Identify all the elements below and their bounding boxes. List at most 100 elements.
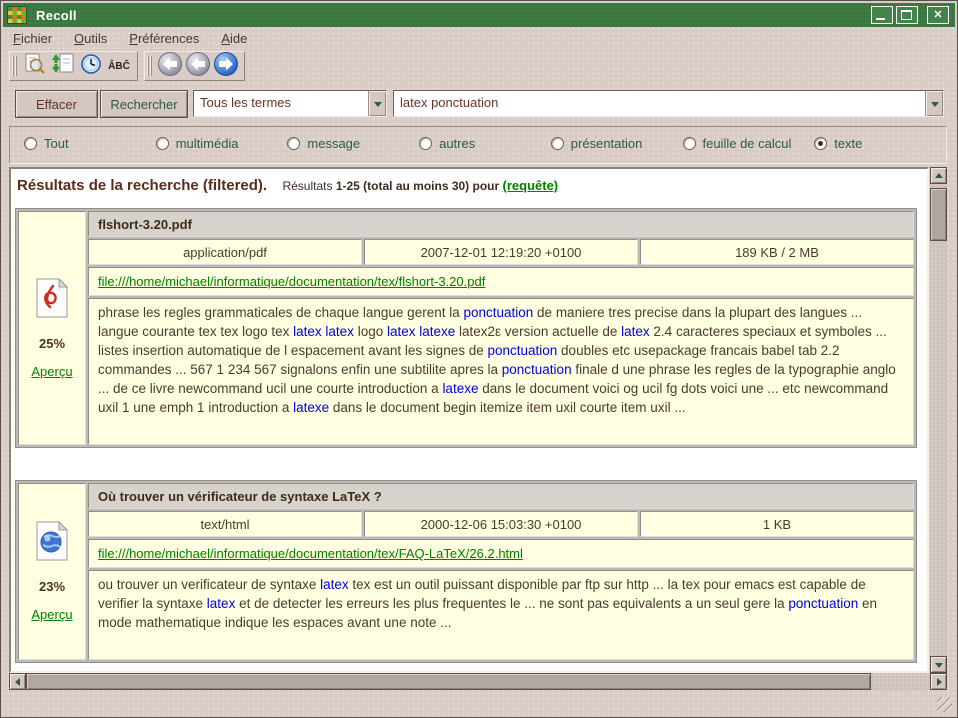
document-sort-icon bbox=[51, 52, 75, 81]
filter-radio-feuille-de-calcul[interactable]: feuille de calcul bbox=[683, 136, 792, 151]
minimize-button[interactable] bbox=[871, 6, 893, 24]
search-button[interactable]: Rechercher bbox=[100, 90, 188, 118]
result-url-link[interactable]: file:///home/michael/informatique/docume… bbox=[98, 274, 485, 289]
title-bar[interactable]: Recoll bbox=[3, 3, 955, 27]
match-mode-value: Tous les termes bbox=[194, 91, 368, 116]
match-mode-select[interactable]: Tous les termes bbox=[193, 90, 387, 117]
result-item: 25% Aperçu flshort-3.20.pdf application/… bbox=[15, 208, 917, 448]
close-button[interactable] bbox=[927, 6, 949, 24]
sort-parameters-button[interactable] bbox=[50, 53, 76, 79]
arrow-left-circle-icon bbox=[157, 51, 183, 82]
preview-link[interactable]: Aperçu bbox=[31, 607, 72, 622]
snippet-text: latex2ε version actuelle de bbox=[455, 324, 621, 339]
arrow-right-circle-icon bbox=[213, 51, 239, 82]
search-history-dropdown-button[interactable] bbox=[925, 91, 943, 116]
first-page-button[interactable] bbox=[157, 53, 183, 79]
result-title: flshort-3.20.pdf bbox=[88, 211, 914, 237]
advanced-search-button[interactable] bbox=[22, 53, 48, 79]
result-icon-cell: 25% Aperçu bbox=[18, 211, 86, 445]
radio-icon[interactable] bbox=[156, 137, 169, 150]
filter-radio-texte[interactable]: texte bbox=[814, 136, 862, 151]
horizontal-scrollbar[interactable] bbox=[9, 673, 947, 690]
scroll-down-button[interactable] bbox=[930, 656, 947, 673]
radio-icon[interactable] bbox=[683, 137, 696, 150]
snippet-highlight: ponctuation bbox=[502, 362, 572, 377]
radio-icon[interactable] bbox=[551, 137, 564, 150]
search-input[interactable]: latex ponctuation bbox=[393, 90, 944, 117]
results-area: Résultats de la recherche (filtered). Ré… bbox=[9, 167, 947, 673]
radio-selected-icon[interactable] bbox=[814, 137, 827, 150]
result-date: 2007-12-01 12:19:20 +0100 bbox=[364, 239, 638, 265]
toolbar-group-tools: ÂBĈ bbox=[9, 51, 138, 81]
vertical-scrollbar[interactable] bbox=[930, 167, 947, 673]
filter-radio-label: texte bbox=[834, 136, 862, 151]
results-header: Résultats de la recherche (filtered). Ré… bbox=[17, 177, 917, 194]
snippet-highlight: ponctuation bbox=[463, 305, 533, 320]
filter-radio-message[interactable]: message bbox=[287, 136, 360, 151]
triangle-down-icon bbox=[935, 663, 943, 672]
chevron-down-icon bbox=[931, 102, 939, 111]
document-search-icon bbox=[23, 52, 47, 81]
results-title: Résultats de la recherche (filtered). bbox=[17, 177, 267, 194]
horizontal-scroll-thumb[interactable] bbox=[26, 673, 871, 690]
filter-radio-autres[interactable]: autres bbox=[419, 136, 475, 151]
term-explorer-button[interactable]: ÂBĈ bbox=[106, 53, 132, 79]
query-link[interactable]: (requête) bbox=[503, 178, 559, 193]
scroll-up-button[interactable] bbox=[930, 167, 947, 184]
resize-grip[interactable] bbox=[937, 697, 952, 712]
relevance-percent: 25% bbox=[39, 336, 65, 351]
html-file-icon bbox=[35, 521, 69, 566]
clear-button[interactable]: Effacer bbox=[15, 90, 98, 118]
history-button[interactable] bbox=[78, 53, 104, 79]
snippet-highlight: latex latex bbox=[293, 324, 354, 339]
result-item: 23% Aperçu Où trouver un vérificateur de… bbox=[15, 480, 917, 663]
radio-icon[interactable] bbox=[24, 137, 37, 150]
results-count-prefix: Résultats bbox=[282, 179, 332, 193]
scroll-right-button[interactable] bbox=[930, 673, 947, 690]
maximize-button[interactable] bbox=[896, 6, 918, 24]
next-page-button[interactable] bbox=[213, 53, 239, 79]
menu-item-aide[interactable]: Aide bbox=[213, 29, 255, 49]
snippet-text: dans le document begin itemize item uxil… bbox=[329, 400, 685, 415]
snippet-highlight: latex bbox=[207, 596, 236, 611]
menu-item-fichier[interactable]: Fichier bbox=[5, 29, 60, 49]
pdf-file-icon bbox=[35, 278, 69, 323]
toolbar-grip[interactable] bbox=[12, 56, 17, 76]
result-mime-type: text/html bbox=[88, 511, 362, 537]
match-mode-dropdown-button[interactable] bbox=[368, 91, 386, 116]
previous-page-button[interactable] bbox=[185, 53, 211, 79]
triangle-up-icon bbox=[935, 169, 943, 178]
results-container: 25% Aperçu flshort-3.20.pdf application/… bbox=[11, 208, 927, 663]
results-list: Résultats de la recherche (filtered). Ré… bbox=[9, 167, 929, 673]
filter-radio-label: présentation bbox=[571, 136, 643, 151]
result-meta-row: text/html 2000-12-06 15:03:30 +0100 1 KB bbox=[88, 511, 914, 537]
snippet-highlight: ponctuation bbox=[788, 596, 858, 611]
search-query-value: latex ponctuation bbox=[394, 91, 925, 116]
radio-icon[interactable] bbox=[287, 137, 300, 150]
result-size: 189 KB / 2 MB bbox=[640, 239, 914, 265]
toolbar-grip[interactable] bbox=[147, 56, 152, 76]
filter-radio-label: Tout bbox=[44, 136, 69, 151]
preview-link[interactable]: Aperçu bbox=[31, 364, 72, 379]
snippet-highlight: latex bbox=[320, 577, 349, 592]
menu-item-outils[interactable]: Outils bbox=[66, 29, 115, 49]
relevance-percent: 23% bbox=[39, 579, 65, 594]
filter-radio-multimédia[interactable]: multimédia bbox=[156, 136, 239, 151]
scroll-left-button[interactable] bbox=[9, 673, 26, 690]
result-icon-cell: 23% Aperçu bbox=[18, 483, 86, 660]
result-url-link[interactable]: file:///home/michael/informatique/docume… bbox=[98, 546, 523, 561]
snippet-highlight: latexe bbox=[442, 381, 478, 396]
result-url-cell: file:///home/michael/informatique/docume… bbox=[88, 267, 914, 296]
result-title: Où trouver un vérificateur de syntaxe La… bbox=[88, 483, 914, 509]
radio-icon[interactable] bbox=[419, 137, 432, 150]
menu-item-preferences[interactable]: Préférences bbox=[121, 29, 207, 49]
recoll-window: Recoll Fichier Outils Préférences Aide bbox=[0, 0, 958, 718]
filter-radio-Tout[interactable]: Tout bbox=[24, 136, 69, 151]
filter-radio-présentation[interactable]: présentation bbox=[551, 136, 643, 151]
chevron-down-icon bbox=[374, 102, 382, 111]
snippet-text: logo bbox=[354, 324, 387, 339]
vertical-scroll-thumb[interactable] bbox=[930, 188, 947, 241]
snippet-highlight: latex bbox=[621, 324, 650, 339]
snippet-highlight: latexe bbox=[293, 400, 329, 415]
abc-icon: ÂBĈ bbox=[108, 61, 130, 72]
